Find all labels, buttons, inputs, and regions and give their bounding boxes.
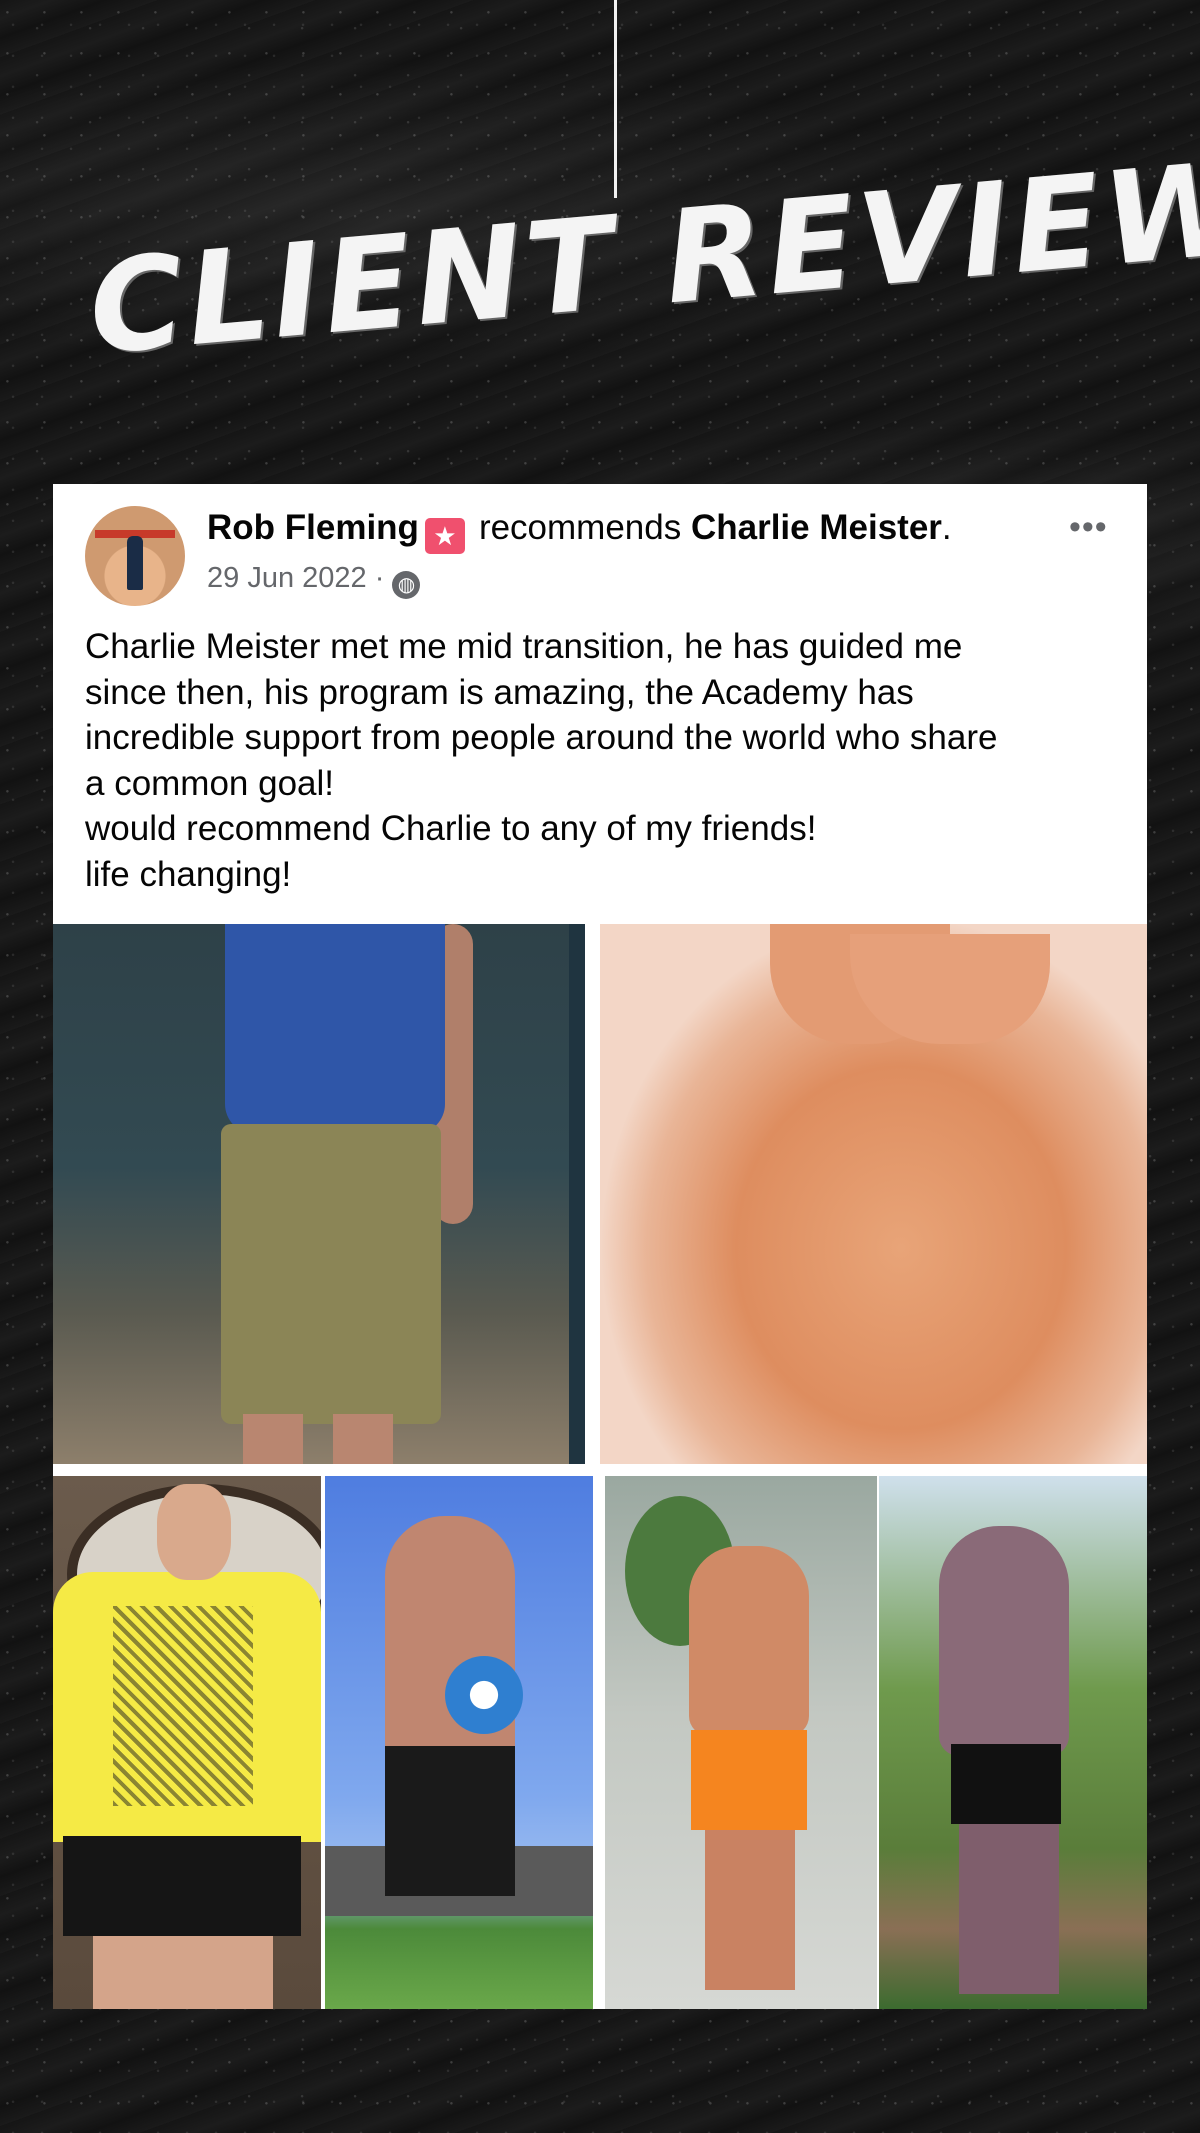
globe-icon: ◍ [392,571,421,599]
meta-separator: · [374,562,385,594]
photo-shirt [225,924,445,1134]
photo-shirt-print [113,1606,253,1806]
post-date[interactable]: 29 Jun 2022 [207,562,367,594]
target-name[interactable]: Charlie Meister [691,508,942,547]
photo-shorts [221,1124,441,1424]
photo-torso [939,1526,1069,1756]
post-body-line: Charlie Meister met me mid transition, h… [85,627,963,666]
photo-after-with-ball[interactable] [325,1476,593,2009]
recommend-badge-icon: ★ [424,518,465,554]
photo-legs [93,1936,273,2009]
post-body-line: a common goal! [85,763,335,803]
post-body-line: would recommend Charlie to any of my fri… [85,809,817,848]
action-text: recommends [478,508,682,547]
photo-shorts [951,1744,1061,1824]
photo-head [157,1484,231,1580]
author-name[interactable]: Rob Fleming [207,508,419,547]
photo-edge [569,924,585,1464]
photo-legs [705,1830,795,1990]
post-body-line: since then, his program is amazing, the … [85,672,914,712]
post-header: Rob Fleming ★ recommends Charlie Meister. … [53,484,1147,924]
photo-before-yellow-shirt[interactable] [53,1476,321,2009]
recommendation-card: Rob Fleming ★ recommends Charlie Meister. … [53,484,1147,2009]
post-body-line: life changing! [85,854,292,894]
photo-leg [243,1414,303,1464]
target-suffix: . [941,508,952,547]
photo-goal-physique[interactable] [605,1476,877,2009]
photo-shorts [691,1730,807,1830]
photo-before-clothed[interactable] [53,924,585,1464]
post-body: Charlie Meister met me mid transition, h… [85,624,1125,897]
photo-leg [333,1414,393,1464]
photo-legs [959,1824,1059,1994]
avatar-figure [127,536,143,590]
photo-ball [445,1656,523,1734]
photo-before-torso[interactable] [600,924,1147,1464]
post-title-line: Rob Fleming ★ recommends Charlie Meister. [207,508,952,554]
post-meta: 29 Jun 2022 · ◍ [207,562,421,599]
avatar[interactable] [85,506,185,606]
photo-shorts [385,1746,515,1896]
post-body-line: incredible support from people around th… [85,718,998,757]
more-options-icon[interactable]: ••• [1069,508,1108,547]
photo-shorts [63,1836,301,1936]
photo-torso [689,1546,809,1736]
photo-after-physique[interactable] [879,1476,1147,2009]
